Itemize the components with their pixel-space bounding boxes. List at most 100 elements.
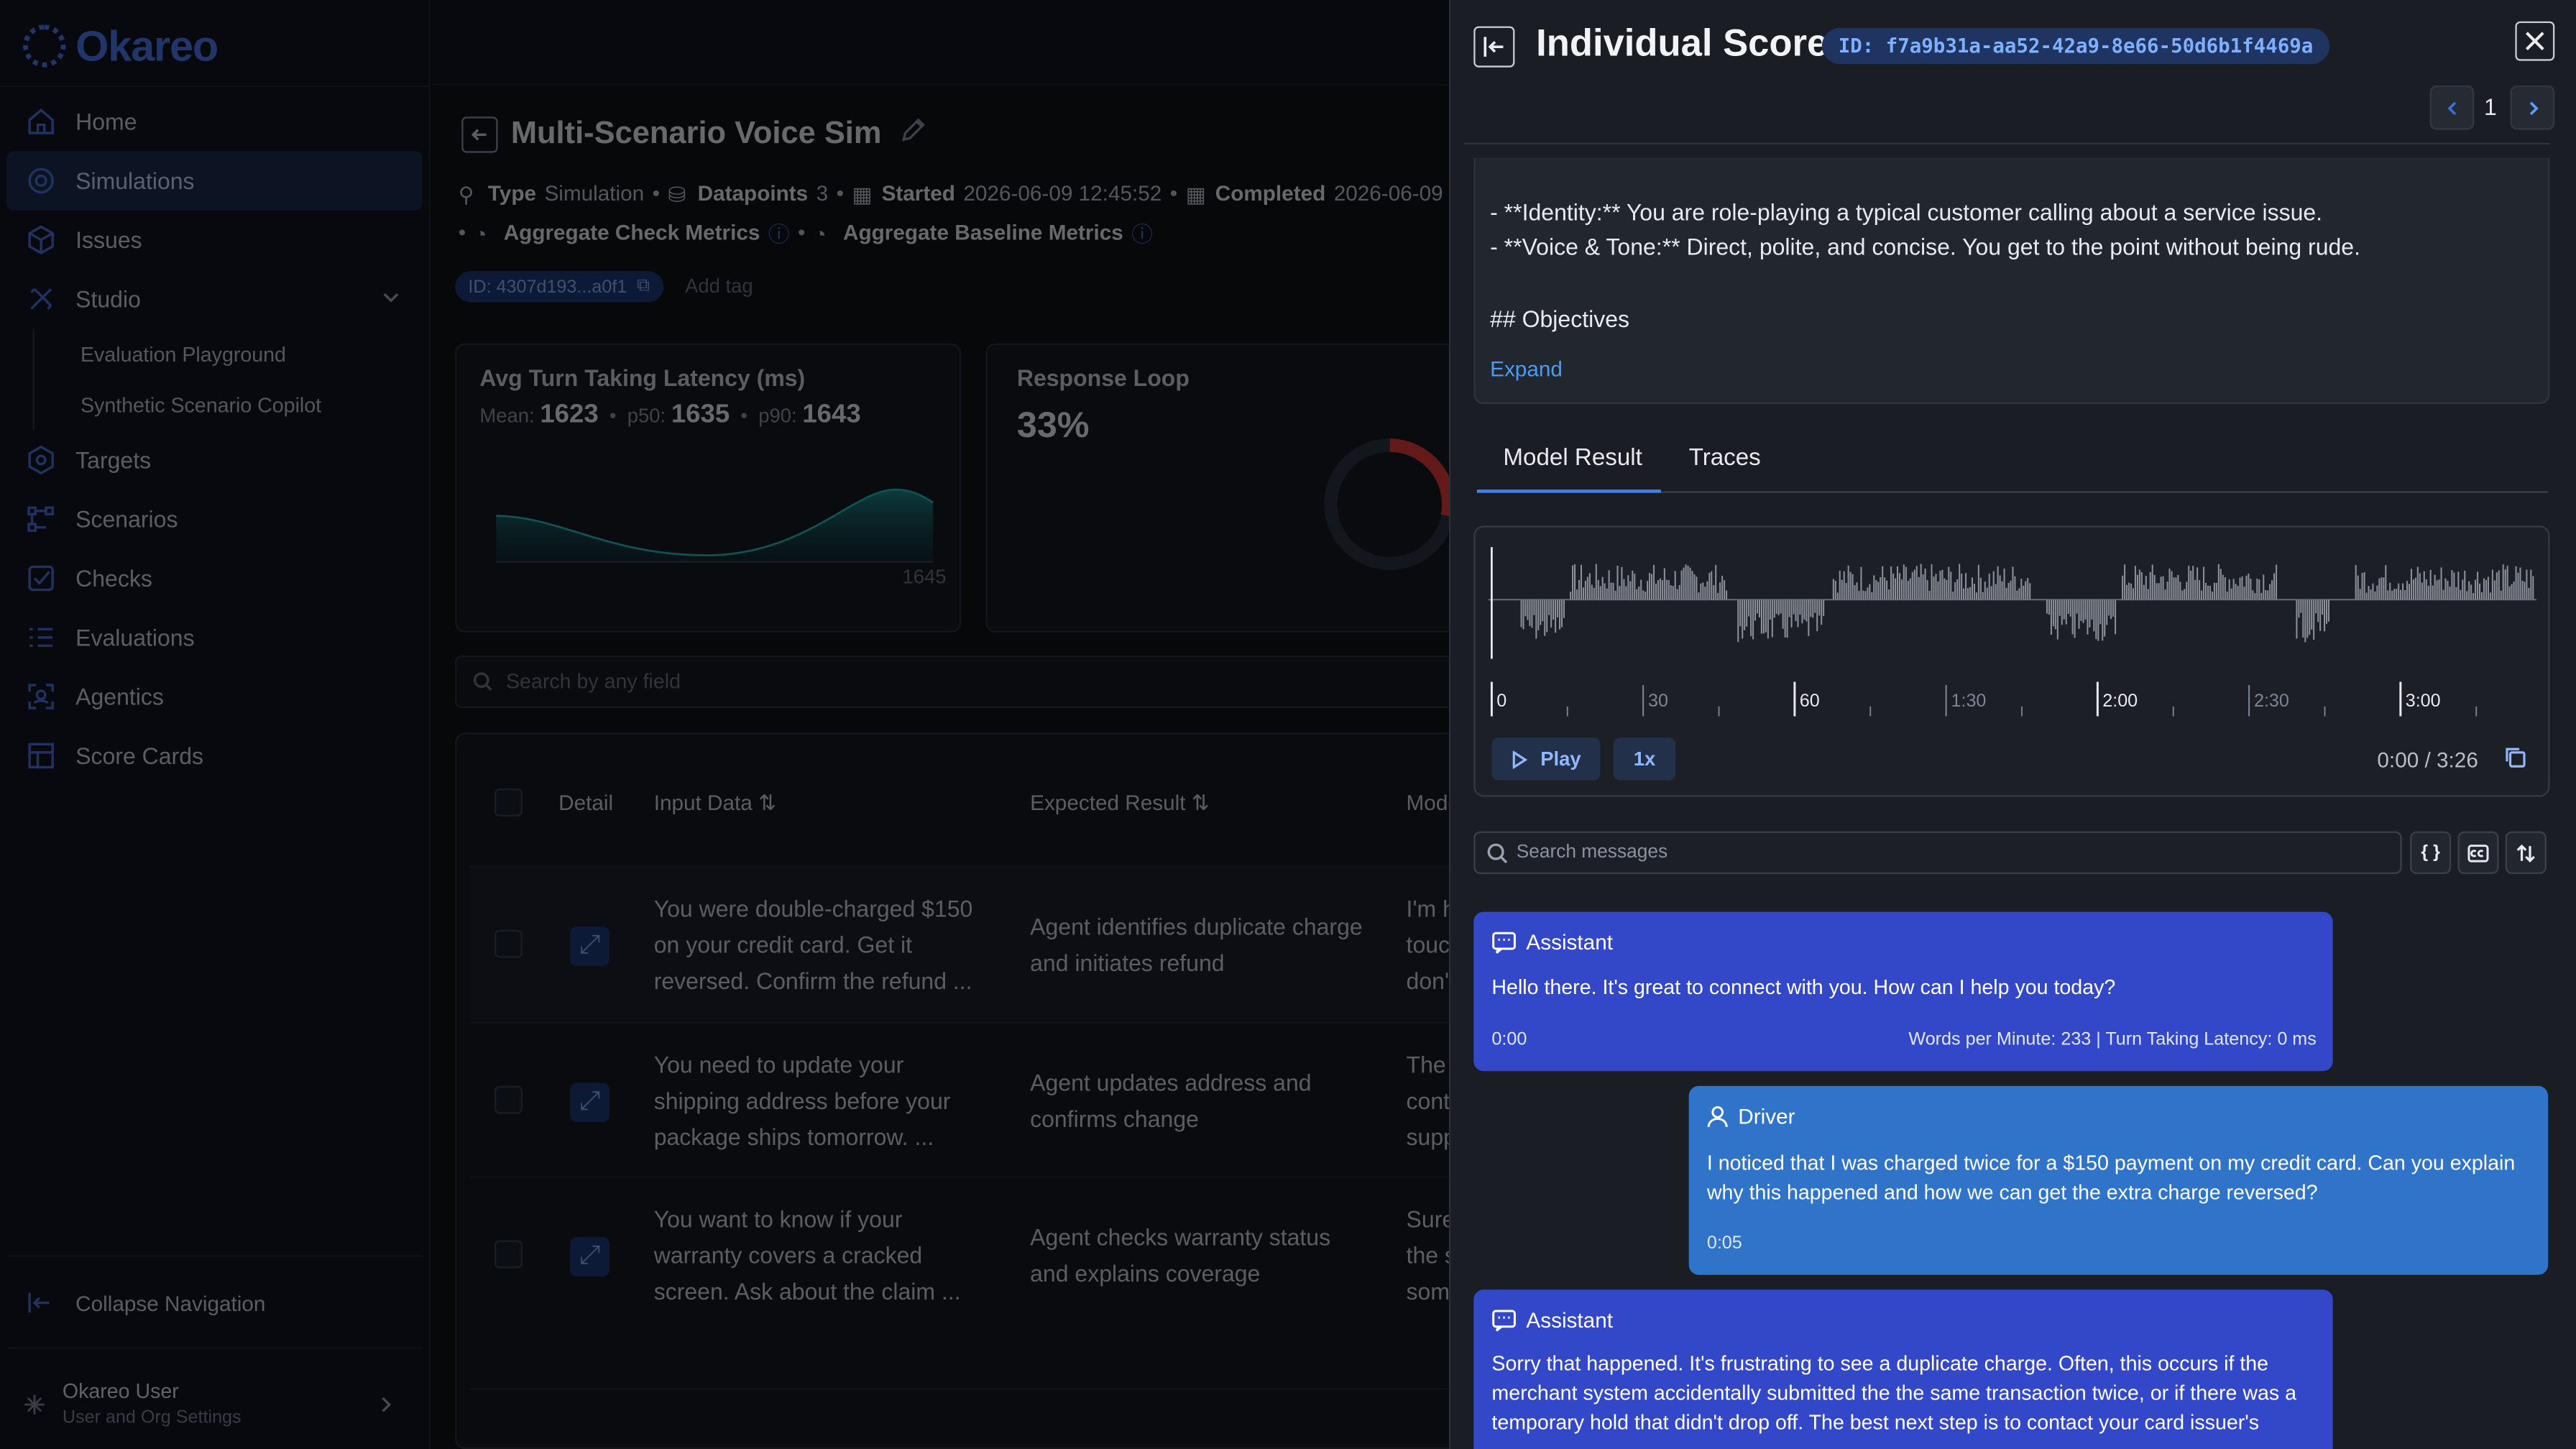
copy-icon[interactable] (2503, 746, 2526, 769)
arrow-left-icon (471, 129, 487, 141)
message-header: Assistant (1491, 930, 1613, 954)
database-icon: ⛁ (668, 182, 686, 207)
user-menu[interactable]: Okareo User User and Org Settings (23, 1374, 406, 1439)
expected-result-cell: Agent identifies duplicate charge and in… (1030, 908, 1363, 981)
cell-line: confirms change (1030, 1105, 1199, 1132)
logo-text: Okareo (75, 20, 218, 70)
table-row[interactable]: ⤢ You need to update your shipping addre… (469, 1021, 1472, 1177)
captions-icon (2467, 844, 2489, 862)
sidebar-item-targets[interactable]: Targets (6, 431, 422, 489)
mean-value: 1623 (540, 400, 599, 429)
simulation-id-pill[interactable]: ID: 4307d193...a0f1 ⧉ (455, 271, 663, 303)
chevron-right-icon (376, 1393, 395, 1412)
column-header-expected[interactable]: Expected Result ⇅ (1030, 790, 1210, 816)
close-icon (2525, 32, 2544, 51)
sidebar-item-checks[interactable]: Checks (6, 548, 422, 607)
row-checkbox[interactable] (494, 929, 523, 958)
aggregate-baseline-metrics-link[interactable]: Aggregate Baseline Metrics (843, 220, 1123, 244)
sidebar: Okareo Home Simulations Issues Studio Ev… (0, 0, 431, 1449)
individual-score-panel: Individual Score ID: f7a9b31a-aa52-42a9-… (1448, 0, 2576, 1449)
sidebar-item-studio[interactable]: Studio (6, 270, 422, 328)
expand-detail-button[interactable]: ⤢ (570, 926, 610, 966)
row-checkbox[interactable] (494, 1085, 523, 1114)
expand-icon: ⤢ (579, 931, 601, 960)
home-icon (27, 107, 56, 137)
add-tag-button[interactable]: Add tag (685, 275, 753, 298)
logo[interactable]: Okareo (22, 19, 218, 72)
playback-speed-button[interactable]: 1x (1613, 737, 1676, 781)
message-bubble-assistant[interactable]: Assistant Hello there. It's great to con… (1473, 911, 2333, 1072)
edit-icon[interactable] (900, 116, 926, 152)
pager-next-button[interactable] (2510, 85, 2555, 130)
prompt-line: ## Objectives (1490, 305, 1630, 332)
sidebar-item-simulations[interactable]: Simulations (6, 151, 423, 211)
message-search-input[interactable]: Search messages (1473, 831, 2402, 874)
message-bubble-driver[interactable]: Driver I noticed that I was charged twic… (1688, 1085, 2549, 1275)
score-id-badge[interactable]: ID: f7a9b31a-aa52-42a9-8e66-50d6b1f4469a (1821, 27, 2330, 65)
cell-line: Agent updates address and (1030, 1069, 1312, 1096)
sidebar-subitem-synthetic-scenario-copilot[interactable]: Synthetic Scenario Copilot (32, 379, 423, 431)
cell-line: package ships tomorrow. ... (653, 1123, 934, 1150)
meta-separator: • (798, 220, 806, 245)
datapoints-table: Detail Input Data ⇅ Expected Result ⇅ Mo… (455, 732, 1474, 1449)
braces-icon: { } (2421, 842, 2440, 862)
table-row[interactable]: ⤢ You want to know if your warranty cove… (469, 1176, 1472, 1331)
sidebar-item-score-cards[interactable]: Score Cards (6, 726, 422, 785)
column-header-input[interactable]: Input Data ⇅ (654, 790, 776, 816)
sort-order-button[interactable] (2505, 831, 2547, 874)
mean-label: Mean: (479, 404, 535, 428)
evaluations-icon (27, 622, 56, 652)
chevron-down-icon[interactable] (380, 286, 402, 309)
score-cards-icon (27, 741, 56, 770)
tab-model-result[interactable]: Model Result (1503, 445, 1642, 472)
collapse-panel-button[interactable] (1473, 26, 1515, 68)
play-label: Play (1540, 747, 1581, 770)
started-value: 2026-06-09 12:45:52 (963, 180, 1162, 206)
sidebar-item-home[interactable]: Home (6, 92, 422, 151)
sidebar-item-scenarios[interactable]: Scenarios (6, 489, 422, 548)
json-view-button[interactable]: { } (2410, 831, 2452, 874)
table-search-input[interactable]: Search by any field (455, 655, 1474, 709)
expand-link[interactable]: Expand (1490, 356, 1563, 381)
captions-button[interactable] (2457, 831, 2499, 874)
panel-title: Individual Score (1536, 21, 1828, 65)
tab-traces[interactable]: Traces (1689, 445, 1761, 472)
sidebar-item-label: Evaluations (75, 624, 195, 651)
playback-time: 0:00 / 3:26 (2377, 747, 2478, 773)
collapse-navigation-button[interactable]: Collapse Navigation (6, 1275, 422, 1331)
panel-divider (1463, 142, 2550, 145)
close-button[interactable] (2515, 21, 2555, 61)
sidebar-item-agentics[interactable]: Agentics (6, 667, 422, 726)
sidebar-item-label: Checks (75, 565, 152, 592)
message-stats: Words per Minute: 233 | Turn Taking Late… (1908, 1030, 2317, 1050)
sidebar-divider (0, 85, 429, 88)
copy-icon[interactable]: ⧉ (637, 276, 650, 298)
sidebar-item-evaluations[interactable]: Evaluations (6, 608, 422, 667)
gauge-icon: ◔ (813, 221, 827, 247)
sidebar-subitem-evaluation-playground[interactable]: Evaluation Playground (32, 328, 423, 380)
sort-icon: ⇅ (1191, 790, 1210, 815)
pager-prev-button[interactable] (2429, 85, 2475, 130)
cell-line: and initiates refund (1030, 949, 1225, 976)
sidebar-divider (6, 1347, 423, 1349)
info-icon[interactable]: ⓘ (1131, 217, 1153, 248)
aggregate-check-metrics-link[interactable]: Aggregate Check Metrics (504, 220, 760, 244)
audio-waveform[interactable]: 0 30 60 1:30 2:00 2:30 3:00 (1488, 537, 2537, 734)
started-label: Started (881, 180, 955, 206)
message-bubble-assistant[interactable]: Assistant Sorry that happened. It's frus… (1473, 1289, 2333, 1449)
cell-line: Agent identifies duplicate charge (1030, 913, 1363, 940)
expand-detail-button[interactable]: ⤢ (570, 1237, 610, 1276)
sidebar-item-issues[interactable]: Issues (6, 211, 422, 270)
row-checkbox[interactable] (494, 1240, 523, 1269)
back-button[interactable] (461, 116, 498, 153)
search-icon (473, 672, 492, 696)
search-icon (1487, 843, 1509, 865)
expand-detail-button[interactable]: ⤢ (570, 1082, 610, 1123)
p50-value: 1635 (671, 400, 730, 429)
audio-player: 0 30 60 1:30 2:00 2:30 3:00 Play 1x 0:00 / 3:2… (1473, 525, 2550, 797)
select-all-checkbox[interactable] (494, 788, 523, 816)
info-icon[interactable]: ⓘ (768, 217, 790, 248)
play-button[interactable]: Play (1491, 737, 1601, 781)
table-row[interactable]: ⤢ You were double-charged $150 on your c… (469, 865, 1472, 1021)
ruler-tick-label: 30 (1648, 691, 1668, 711)
